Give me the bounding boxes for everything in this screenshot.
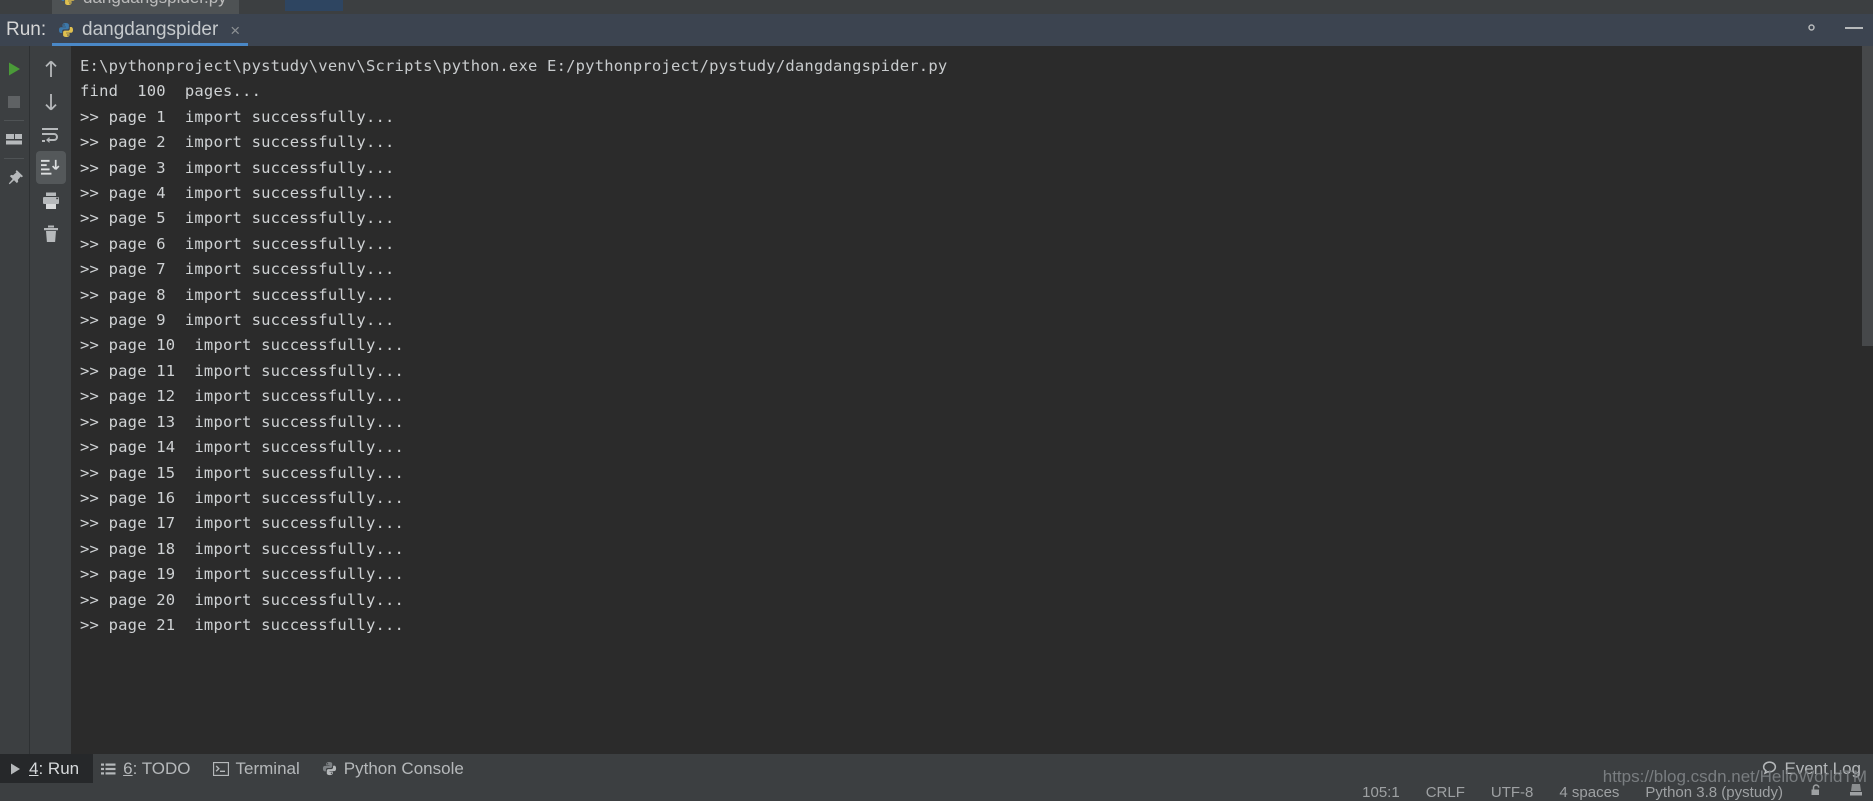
line-separator[interactable]: CRLF bbox=[1426, 784, 1465, 801]
toolbar-separator bbox=[4, 158, 24, 159]
tool-tab-run-text: : Run bbox=[38, 758, 80, 778]
tool-tab-terminal-label: Terminal bbox=[236, 759, 300, 779]
editor-tab-strip: dangdangspider.py bbox=[0, 0, 1873, 14]
tool-tab-run-label: 4: Run bbox=[29, 759, 79, 779]
console-line: >> page 19 import successfully... bbox=[80, 565, 405, 584]
tool-tab-python-console[interactable]: Python Console bbox=[314, 754, 478, 783]
console-line: >> page 5 import successfully... bbox=[80, 209, 395, 228]
arrow-down-icon bbox=[44, 93, 57, 110]
tool-window-tabs: 4: Run 6: TODO Terminal Python Console bbox=[0, 754, 478, 783]
stop-button[interactable] bbox=[0, 85, 28, 118]
console-line: >> page 11 import successfully... bbox=[80, 361, 405, 380]
console-line: >> page 2 import successfully... bbox=[80, 133, 395, 152]
console-line: >> page 4 import successfully... bbox=[80, 184, 395, 203]
console-scrollbar[interactable] bbox=[1862, 46, 1873, 346]
console-line: >> page 6 import successfully... bbox=[80, 234, 395, 253]
run-configuration-tab-label: dangdangspider bbox=[82, 19, 219, 40]
console-line-list: find 100 pages... >> page 1 import succes… bbox=[80, 79, 1873, 638]
pin-button[interactable] bbox=[0, 161, 28, 194]
console-line: >> page 14 import successfully... bbox=[80, 438, 405, 457]
print-button[interactable] bbox=[36, 184, 66, 217]
toolbar-separator bbox=[4, 120, 24, 121]
console-line: >> page 7 import successfully... bbox=[80, 260, 395, 279]
play-icon bbox=[8, 762, 22, 776]
pycharm-window: dangdangspider.py Run: dangdangspider × bbox=[0, 0, 1873, 801]
status-bar: 105:1 CRLF UTF-8 4 spaces Python 3.8 (py… bbox=[0, 783, 1873, 801]
list-icon bbox=[101, 762, 116, 776]
inspection-icon[interactable] bbox=[1849, 783, 1863, 801]
console-line: >> page 17 import successfully... bbox=[80, 514, 405, 533]
console-line: >> page 21 import successfully... bbox=[80, 615, 405, 634]
python-file-icon bbox=[59, 23, 73, 37]
console-line: >> page 16 import successfully... bbox=[80, 488, 405, 507]
console-line: >> page 1 import successfully... bbox=[80, 107, 395, 126]
console-command-line: E:\pythonproject\pystudy\venv\Scripts\py… bbox=[80, 57, 948, 75]
scroll-to-end-icon bbox=[41, 159, 60, 175]
python-interpreter[interactable]: Python 3.8 (pystudy) bbox=[1645, 784, 1783, 801]
up-button[interactable] bbox=[36, 52, 66, 85]
print-icon bbox=[42, 192, 59, 209]
arrow-up-icon bbox=[44, 60, 57, 77]
event-log-button[interactable]: Event Log bbox=[1761, 754, 1873, 783]
tool-tab-python-console-text: Python Console bbox=[343, 758, 464, 778]
caret-position[interactable]: 105:1 bbox=[1362, 784, 1400, 801]
down-button[interactable] bbox=[36, 85, 66, 118]
console-line: >> page 3 import successfully... bbox=[80, 158, 395, 177]
console-line: >> page 10 import successfully... bbox=[80, 336, 405, 355]
run-window-title: Run: bbox=[6, 19, 47, 40]
console-line: >> page 15 import successfully... bbox=[80, 463, 405, 482]
play-icon bbox=[9, 62, 20, 75]
console-line: >> page 18 import successfully... bbox=[80, 539, 405, 558]
event-log-label: Event Log bbox=[1784, 758, 1861, 778]
run-configuration-tab[interactable]: dangdangspider × bbox=[52, 14, 249, 46]
settings-icon[interactable] bbox=[1802, 18, 1821, 42]
python-file-icon bbox=[61, 0, 75, 5]
soft-wrap-button[interactable] bbox=[36, 118, 66, 151]
terminal-icon bbox=[212, 761, 229, 776]
tool-tab-terminal[interactable]: Terminal bbox=[205, 754, 314, 783]
console-line: >> page 20 import successfully... bbox=[80, 590, 405, 609]
run-toolbar bbox=[0, 46, 28, 754]
tool-tab-todo-label: 6: TODO bbox=[123, 759, 190, 779]
run-console-output[interactable]: E:\pythonproject\pystudy\venv\Scripts\py… bbox=[71, 46, 1873, 754]
console-line: >> page 13 import successfully... bbox=[80, 412, 405, 431]
balloon-icon bbox=[1763, 761, 1777, 775]
python-file-icon bbox=[322, 761, 337, 776]
editor-tab-accent bbox=[285, 0, 343, 11]
rerun-button[interactable] bbox=[0, 52, 28, 85]
console-line: find 100 pages... bbox=[80, 82, 262, 101]
editor-tab-dangdangspider[interactable]: dangdangspider.py bbox=[52, 0, 239, 14]
layout-icon bbox=[5, 133, 22, 144]
editor-tab-label: dangdangspider.py bbox=[83, 0, 227, 8]
soft-wrap-icon bbox=[42, 127, 58, 143]
tool-tab-todo-text: : TODO bbox=[132, 758, 191, 778]
console-line: >> page 8 import successfully... bbox=[80, 285, 395, 304]
tool-tab-todo[interactable]: 6: TODO bbox=[93, 754, 204, 783]
console-line: >> page 12 import successfully... bbox=[80, 387, 405, 406]
stop-icon bbox=[8, 95, 20, 108]
tool-tab-todo-mnemonic: 6 bbox=[123, 758, 133, 778]
scroll-to-end-button[interactable] bbox=[35, 151, 66, 184]
console-toolbar bbox=[29, 46, 71, 754]
clear-all-button[interactable] bbox=[36, 217, 66, 250]
pin-icon bbox=[8, 170, 23, 185]
close-icon[interactable]: × bbox=[230, 22, 240, 39]
run-window-header-actions bbox=[1802, 14, 1865, 46]
editor-tab-strip-right-pad bbox=[1833, 0, 1873, 14]
run-tool-window-header: Run: dangdangspider × bbox=[0, 14, 1873, 46]
layout-button[interactable] bbox=[0, 123, 28, 156]
indent-setting[interactable]: 4 spaces bbox=[1559, 784, 1619, 801]
tool-tab-python-console-label: Python Console bbox=[344, 759, 464, 779]
tool-window-bar: 4: Run 6: TODO Terminal Python Console Even… bbox=[0, 754, 1873, 783]
tool-tab-run[interactable]: 4: Run bbox=[0, 754, 94, 783]
file-encoding[interactable]: UTF-8 bbox=[1491, 784, 1534, 801]
tool-tab-terminal-text: Terminal bbox=[235, 758, 300, 778]
console-line: >> page 9 import successfully... bbox=[80, 311, 395, 330]
hide-icon[interactable] bbox=[1843, 21, 1865, 40]
lock-icon[interactable] bbox=[1809, 783, 1823, 801]
trash-icon bbox=[43, 225, 58, 242]
